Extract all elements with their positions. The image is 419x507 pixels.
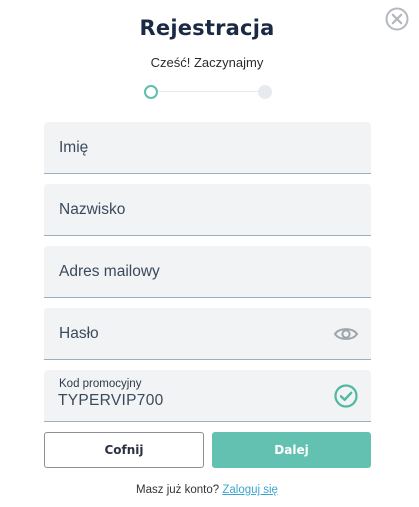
promo-code-field[interactable]: Kod promocyjny TYPERVIP700 [44, 370, 371, 422]
dialog-subtitle: Cześć! Zaczynajmy [150, 55, 264, 70]
step-1-indicator [144, 85, 158, 99]
dialog-title: Rejestracja [139, 16, 275, 40]
first-name-field[interactable]: Imię [44, 122, 371, 174]
login-link[interactable]: Zaloguj się [222, 484, 278, 496]
last-name-field[interactable]: Nazwisko [44, 184, 371, 236]
eye-icon [333, 327, 359, 340]
back-button[interactable]: Cofnij [44, 432, 204, 468]
promo-code-label: Kod promocyjny [59, 378, 142, 390]
next-button[interactable]: Dalej [212, 432, 371, 468]
show-password-button[interactable] [333, 321, 359, 347]
email-placeholder: Adres mailowy [59, 262, 160, 280]
first-name-placeholder: Imię [59, 138, 89, 156]
progress-stepper [144, 84, 272, 100]
email-field[interactable]: Adres mailowy [44, 246, 371, 298]
promo-code-value: TYPERVIP700 [58, 392, 164, 409]
login-prompt-text: Masz już konto? [136, 484, 220, 496]
login-prompt: Masz już konto? Zaloguj się [0, 484, 414, 496]
password-placeholder: Hasło [59, 324, 99, 342]
check-circle-icon [334, 383, 358, 408]
last-name-placeholder: Nazwisko [59, 200, 126, 218]
stepper-line [158, 91, 258, 92]
step-2-indicator [258, 85, 272, 99]
promo-code-status [333, 383, 359, 409]
password-field[interactable]: Hasło [44, 308, 371, 360]
